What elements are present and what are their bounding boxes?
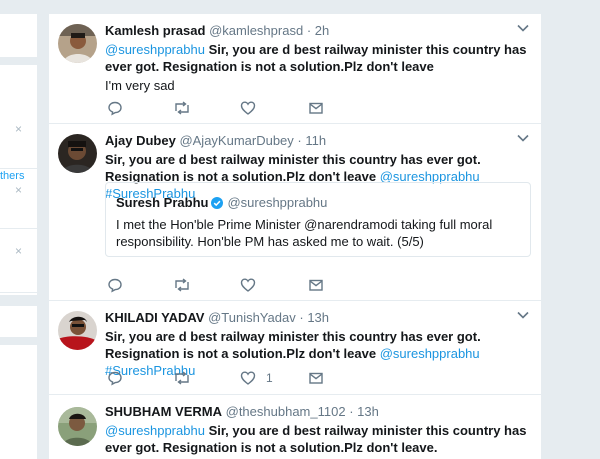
like-button[interactable] xyxy=(240,277,256,293)
author-handle[interactable]: @kamleshprasd xyxy=(209,23,303,38)
quoted-tweet-header: Suresh Prabhu @sureshpprabhu xyxy=(116,194,520,211)
like-button[interactable] xyxy=(240,100,256,116)
mention-link[interactable]: @sureshpprabhu xyxy=(105,42,205,57)
quoted-author-handle[interactable]: @sureshpprabhu xyxy=(227,194,327,211)
avatar[interactable] xyxy=(58,24,97,63)
timestamp[interactable]: 11h xyxy=(305,133,326,148)
author-name[interactable]: Ajay Dubey xyxy=(105,133,176,148)
tweet[interactable]: KHILADI YADAV @TunishYadav · 13h Sir, yo… xyxy=(49,301,541,395)
direct-message-icon xyxy=(309,279,323,291)
dismiss-suggestion-icon[interactable]: × xyxy=(15,123,22,135)
sidebar-card xyxy=(0,14,37,57)
author-handle[interactable]: @theshubham_1102 xyxy=(226,404,346,419)
avatar[interactable] xyxy=(58,407,97,446)
author-name[interactable]: KHILADI YADAV xyxy=(105,310,204,325)
tweet-actions: 1 xyxy=(107,370,337,386)
direct-message-button[interactable] xyxy=(308,370,324,386)
view-others-link[interactable]: thers xyxy=(0,170,24,182)
direct-message-icon xyxy=(309,102,323,114)
like-icon xyxy=(240,101,256,115)
tweet-text-extra: I'm very sad xyxy=(105,78,175,93)
quoted-tweet[interactable]: Suresh Prabhu @sureshpprabhu I met the H… xyxy=(105,182,531,257)
tweet-header: Ajay Dubey @AjayKumarDubey · 11h xyxy=(105,133,327,148)
sidebar-card xyxy=(0,345,37,459)
mention-link[interactable]: @sureshpprabhu xyxy=(105,423,205,438)
tweet[interactable]: SHUBHAM VERMA @theshubham_1102 · 13h @su… xyxy=(49,395,541,459)
sidebar-card xyxy=(0,306,37,337)
tweet-text: @sureshpprabhu Sir, you are d best railw… xyxy=(105,422,530,456)
dismiss-suggestion-icon[interactable]: × xyxy=(15,245,22,257)
who-to-follow-card: thers × × × xyxy=(0,65,37,295)
like-icon xyxy=(240,278,256,292)
reply-button[interactable] xyxy=(107,370,123,386)
author-name[interactable]: SHUBHAM VERMA xyxy=(105,404,222,419)
retweet-button[interactable] xyxy=(173,100,191,116)
chevron-down-icon[interactable] xyxy=(517,24,529,32)
quoted-author-name[interactable]: Suresh Prabhu xyxy=(116,194,208,211)
author-handle[interactable]: @AjayKumarDubey xyxy=(179,133,293,148)
timestamp[interactable]: 13h xyxy=(307,310,329,325)
retweet-icon xyxy=(175,278,189,292)
chevron-down-icon[interactable] xyxy=(517,311,529,319)
tweet[interactable]: Ajay Dubey @AjayKumarDubey · 11h Sir, yo… xyxy=(49,124,541,301)
retweet-icon xyxy=(175,371,189,385)
retweet-button[interactable] xyxy=(173,370,191,386)
tweet-header: Kamlesh prasad @kamleshprasd · 2h xyxy=(105,23,330,38)
reply-button[interactable] xyxy=(107,277,123,293)
verified-badge-icon xyxy=(211,196,224,209)
like-button[interactable]: 1 xyxy=(240,370,273,386)
tweet-stream: Kamlesh prasad @kamleshprasd · 2h @sures… xyxy=(49,14,541,459)
reply-icon xyxy=(108,278,122,293)
tweet-header: SHUBHAM VERMA @theshubham_1102 · 13h xyxy=(105,404,379,419)
tweet-text: @sureshpprabhu Sir, you are d best railw… xyxy=(105,41,530,94)
direct-message-icon xyxy=(309,372,323,384)
chevron-down-icon[interactable] xyxy=(517,134,529,142)
tweet-actions xyxy=(107,277,337,293)
timestamp[interactable]: 13h xyxy=(357,404,379,419)
timestamp[interactable]: 2h xyxy=(315,23,329,38)
retweet-icon xyxy=(175,101,189,115)
direct-message-button[interactable] xyxy=(308,277,324,293)
like-count: 1 xyxy=(266,371,273,385)
avatar[interactable] xyxy=(58,311,97,350)
quoted-tweet-text: I met the Hon'ble Prime Minister @narend… xyxy=(116,217,493,249)
reply-icon xyxy=(108,101,122,116)
avatar[interactable] xyxy=(58,134,97,173)
left-sidebar: thers × × × xyxy=(0,0,37,459)
tweet[interactable]: Kamlesh prasad @kamleshprasd · 2h @sures… xyxy=(49,14,541,124)
reply-button[interactable] xyxy=(107,100,123,116)
author-handle[interactable]: @TunishYadav xyxy=(208,310,296,325)
dismiss-suggestion-icon[interactable]: × xyxy=(15,184,22,196)
mention-link[interactable]: @sureshpprabhu xyxy=(380,346,480,361)
author-name[interactable]: Kamlesh prasad xyxy=(105,23,205,38)
tweet-header: KHILADI YADAV @TunishYadav · 13h xyxy=(105,310,330,325)
tweet-actions xyxy=(107,100,337,116)
direct-message-button[interactable] xyxy=(308,100,324,116)
reply-icon xyxy=(108,371,122,386)
like-icon xyxy=(240,371,256,385)
retweet-button[interactable] xyxy=(173,277,191,293)
